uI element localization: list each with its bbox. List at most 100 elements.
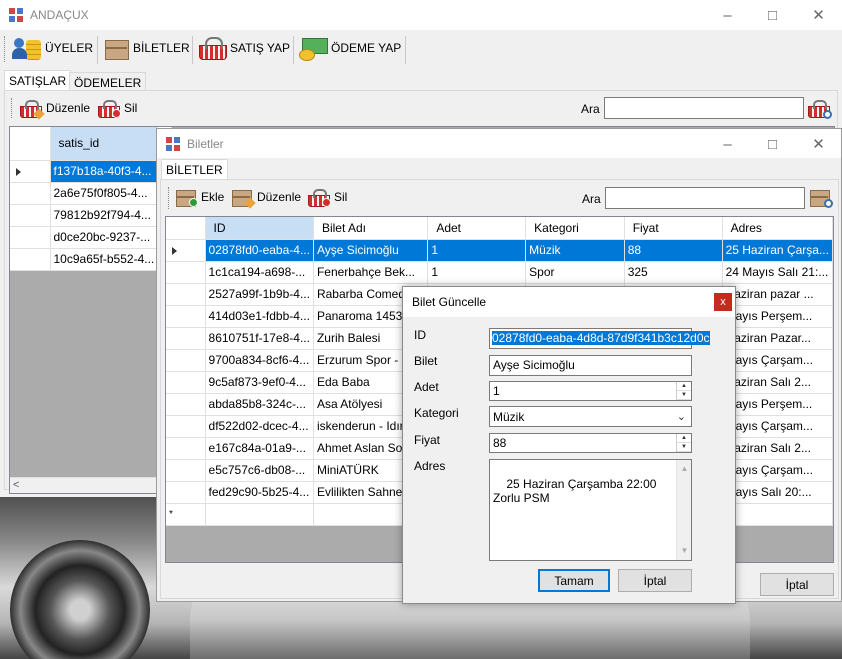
row-header[interactable] [166,327,206,350]
cell[interactable]: 02878fd0-eaba-4... [205,239,314,262]
horizontal-scrollbar[interactable]: < [10,477,160,493]
minimize-button[interactable]: – [705,129,750,159]
adres-textarea[interactable]: 25 Haziran Çarşamba 22:00 Zorlu PSM ▲ ▼ [489,459,692,561]
table-row[interactable]: f137b18a-40f3-4... 4 [10,160,172,183]
cell[interactable]: Spor [525,261,625,284]
cell[interactable]: Haziran Salı 2... [722,437,833,460]
cell[interactable]: Mayıs Çarşam... [722,349,833,372]
sales-button[interactable]: SATIŞ YAP [197,35,290,61]
column-header-adres[interactable]: Adres [722,217,833,240]
row-header[interactable] [166,481,206,504]
row-header[interactable] [166,415,206,438]
row-header[interactable] [166,305,206,328]
column-header-fiyat[interactable]: Fiyat [624,217,723,240]
cell[interactable]: 9700a834-8cf6-4... [205,349,314,372]
dialog-close-button[interactable]: x [714,293,732,311]
row-header[interactable] [10,204,51,227]
table-row[interactable]: d0ce20bc-9237-... 8 [10,226,172,249]
tab-biletler[interactable]: BİLETLER [161,159,228,179]
tab-odemeler[interactable]: ÖDEMELER [69,72,147,90]
cell[interactable]: 10c9a65f-b552-4... [50,248,159,271]
tickets-search-button[interactable] [808,187,833,208]
table-row[interactable]: 79812b92f794-4... 7 [10,204,172,227]
row-header[interactable] [166,239,206,262]
fiyat-stepper[interactable]: 88 ▲ ▼ [489,433,692,453]
close-button[interactable]: ✕ [796,0,841,30]
tickets-button[interactable]: BİLETLER [102,35,190,61]
scroll-up-icon[interactable]: ▲ [677,462,692,476]
cell[interactable]: 1 [427,261,527,284]
ticket-delete-button[interactable]: Sil [307,187,347,207]
column-header-bilet-adi[interactable]: Bilet Adı [313,217,429,240]
table-row[interactable]: 10c9a65f-b552-4... b [10,248,172,271]
cell[interactable]: Haziran pazar ... [722,283,833,306]
cell[interactable]: d0ce20bc-9237-... [50,226,159,249]
cell[interactable]: fed29c90-5b25-4... [205,481,314,504]
ok-button[interactable]: Tamam [538,569,610,592]
tickets-search-input[interactable] [605,187,805,209]
column-header-satis-id[interactable]: satis_id [50,127,159,161]
row-header[interactable] [166,349,206,372]
cell[interactable]: e167c84a-01a9-... [205,437,314,460]
close-button[interactable]: ✕ [796,129,841,159]
payment-button[interactable]: ÖDEME YAP [298,35,401,61]
ticket-add-button[interactable]: Ekle [174,187,224,207]
cell[interactable]: 1c1ca194-a698-... [205,261,314,284]
cell[interactable]: 2a6e75f0f805-4... [50,182,159,205]
scroll-down-icon[interactable]: ▼ [677,544,692,558]
row-header[interactable] [166,283,206,306]
cell[interactable]: 24 Mayıs Salı 21:... [722,261,833,284]
cell[interactable]: Mayıs Çarşam... [722,459,833,482]
toolbar-grip[interactable] [4,36,7,62]
row-header[interactable] [10,248,51,271]
cell[interactable]: 25 Haziran Çarşa... [722,239,833,262]
cell[interactable]: abda85b8-324c-... [205,393,314,416]
cell[interactable]: Müzik [525,239,625,262]
cell[interactable]: Mayıs Çarşam... [722,415,833,438]
fiyat-spin[interactable]: ▲ ▼ [676,434,691,452]
id-field[interactable]: 02878fd0-eaba-4d8d-87d9f341b3c12d0c [489,328,710,349]
table-row[interactable]: 1c1ca194-a698-... Fenerbahçe Bek... 1 Sp… [166,261,833,284]
cell[interactable]: 88 [624,239,723,262]
sales-edit-button[interactable]: Düzenle [19,98,90,120]
cell[interactable]: Mayıs Salı 20:... [722,481,833,504]
cell[interactable]: 414d03e1-fdbb-4... [205,305,314,328]
cell[interactable]: e5c757c6-db08-... [205,459,314,482]
tab-satislar[interactable]: SATIŞLAR [4,70,72,90]
cell[interactable]: Mayıs Perşem... [722,305,833,328]
cell[interactable]: 2527a99f-1b9b-4... [205,283,314,306]
tickets-cancel-button[interactable]: İptal [760,573,834,596]
cell[interactable]: Ayşe Sicimoğlu [313,239,429,262]
kategori-select[interactable]: Müzik ⌄ [489,406,692,427]
dialog-cancel-button[interactable]: İptal [618,569,692,592]
table-row[interactable]: 02878fd0-eaba-4... Ayşe Sicimoğlu 1 Müzi… [166,239,833,262]
table-row[interactable]: 2a6e75f0f805-4... 4 [10,182,172,205]
sales-search-input[interactable] [604,97,804,119]
spin-down-icon[interactable]: ▼ [677,391,691,400]
minimize-button[interactable]: – [705,0,750,30]
row-header[interactable] [166,261,206,284]
row-header[interactable] [166,393,206,416]
column-header-adet[interactable]: Adet [427,217,527,240]
cell[interactable]: Fenerbahçe Bek... [313,261,429,284]
row-header[interactable] [166,459,206,482]
spin-down-icon[interactable]: ▼ [677,443,691,452]
row-header[interactable] [10,226,51,249]
row-header[interactable] [10,160,51,183]
tickets-toolbar-grip[interactable] [168,187,171,209]
cell[interactable]: f137b18a-40f3-4... [50,160,159,183]
ticket-edit-button[interactable]: Düzenle [230,187,301,209]
scroll-left-icon[interactable]: < [13,479,19,491]
sales-delete-button[interactable]: Sil [97,98,137,118]
row-header[interactable] [10,182,51,205]
cell[interactable]: Haziran Pazar... [722,327,833,350]
cell[interactable]: df522d02-dcec-4... [205,415,314,438]
adet-spin[interactable]: ▲ ▼ [676,382,691,400]
maximize-button[interactable]: □ [750,0,795,30]
spin-up-icon[interactable]: ▲ [677,434,691,443]
members-button[interactable]: ÜYELER [12,35,93,61]
cell[interactable]: 1 [427,239,527,262]
sales-search-button[interactable] [807,98,832,119]
row-header[interactable] [166,437,206,460]
bilet-field[interactable]: Ayşe Sicimoğlu [489,355,692,376]
